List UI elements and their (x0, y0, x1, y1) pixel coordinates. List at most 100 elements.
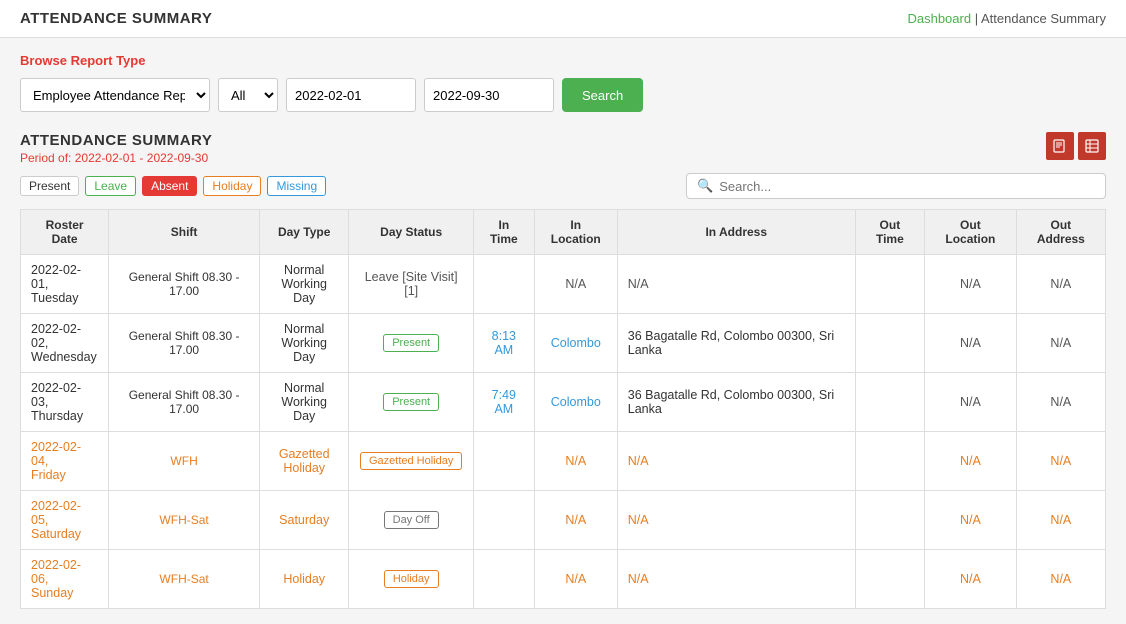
table-row: 2022-02-04, FridayWFHGazetted HolidayGaz… (21, 432, 1106, 491)
cell-shift: General Shift 08.30 - 17.00 (109, 373, 260, 432)
filter-row: Employee Attendance Report All Search (20, 78, 1106, 112)
cell-in-address: N/A (617, 550, 855, 609)
cell-out-address: N/A (1016, 432, 1105, 491)
cell-roster-date: 2022-02-04, Friday (21, 432, 109, 491)
search-box: 🔍 (686, 173, 1106, 199)
cell-day-status: Present (349, 314, 474, 373)
search-button[interactable]: Search (562, 78, 643, 112)
cell-roster-date: 2022-02-02, Wednesday (21, 314, 109, 373)
cell-day-status: Present (349, 373, 474, 432)
col-out-address: Out Address (1016, 210, 1105, 255)
cell-out-time (855, 373, 924, 432)
badge-missing[interactable]: Missing (267, 176, 326, 196)
cell-in-time (473, 550, 534, 609)
table-header-row: Roster Date Shift Day Type Day Status In… (21, 210, 1106, 255)
badge-holiday[interactable]: Holiday (203, 176, 261, 196)
cell-out-address: N/A (1016, 491, 1105, 550)
browse-label: Browse Report Type (20, 53, 1106, 68)
cell-in-time (473, 255, 534, 314)
controls-row: Present Leave Absent Holiday Missing 🔍 (20, 173, 1106, 199)
status-badge-present: Present (383, 334, 439, 352)
breadcrumb-dashboard[interactable]: Dashboard (907, 11, 971, 26)
cell-roster-date: 2022-02-06, Sunday (21, 550, 109, 609)
table-row: 2022-02-02, WednesdayGeneral Shift 08.30… (21, 314, 1106, 373)
cell-in-time (473, 491, 534, 550)
breadcrumb: Dashboard | Attendance Summary (907, 11, 1106, 26)
table-row: 2022-02-03, ThursdayGeneral Shift 08.30 … (21, 373, 1106, 432)
badge-absent[interactable]: Absent (142, 176, 197, 196)
pdf-icon (1053, 139, 1067, 153)
table-row: 2022-02-01, TuesdayGeneral Shift 08.30 -… (21, 255, 1106, 314)
cell-out-location: N/A (925, 491, 1017, 550)
cell-out-address: N/A (1016, 314, 1105, 373)
col-out-time: Out Time (855, 210, 924, 255)
cell-day-status: Leave [Site Visit] [1] (349, 255, 474, 314)
export-excel-button[interactable] (1078, 132, 1106, 160)
cell-day-type: Normal Working Day (259, 255, 348, 314)
cell-day-type: Saturday (259, 491, 348, 550)
cell-in-time (473, 432, 534, 491)
legend-badges: Present Leave Absent Holiday Missing (20, 176, 326, 196)
cell-shift: WFH (109, 432, 260, 491)
table-row: 2022-02-06, SundayWFH-SatHolidayHolidayN… (21, 550, 1106, 609)
cell-in-address: 36 Bagatalle Rd, Colombo 00300, Sri Lank… (617, 314, 855, 373)
cell-roster-date: 2022-02-05, Saturday (21, 491, 109, 550)
period-value: 2022-02-01 - 2022-09-30 (75, 151, 208, 165)
badge-leave[interactable]: Leave (85, 176, 136, 196)
search-icon: 🔍 (697, 178, 713, 194)
cell-out-address: N/A (1016, 550, 1105, 609)
page-title: ATTENDANCE SUMMARY (20, 10, 212, 27)
cell-out-location: N/A (925, 314, 1017, 373)
cell-day-type: Holiday (259, 550, 348, 609)
cell-out-location: N/A (925, 255, 1017, 314)
cell-shift: General Shift 08.30 - 17.00 (109, 255, 260, 314)
status-badge-leave: Leave [Site Visit] [1] (365, 270, 458, 298)
excel-icon (1085, 139, 1099, 153)
cell-roster-date: 2022-02-01, Tuesday (21, 255, 109, 314)
cell-out-time (855, 314, 924, 373)
col-roster-date: Roster Date (21, 210, 109, 255)
cell-out-address: N/A (1016, 255, 1105, 314)
cell-shift: General Shift 08.30 - 17.00 (109, 314, 260, 373)
search-input[interactable] (719, 179, 1095, 194)
cell-in-address: N/A (617, 432, 855, 491)
section-title: ATTENDANCE SUMMARY (20, 132, 212, 149)
status-badge-dayoff: Day Off (384, 511, 439, 529)
all-select[interactable]: All (218, 78, 278, 112)
breadcrumb-current: Attendance Summary (981, 11, 1106, 26)
cell-in-location: Colombo (534, 373, 617, 432)
table-row: 2022-02-05, SaturdayWFH-SatSaturdayDay O… (21, 491, 1106, 550)
top-bar: ATTENDANCE SUMMARY Dashboard | Attendanc… (0, 0, 1126, 38)
cell-in-location: Colombo (534, 314, 617, 373)
report-type-select[interactable]: Employee Attendance Report (20, 78, 210, 112)
cell-in-time: 8:13 AM (473, 314, 534, 373)
cell-in-time: 7:49 AM (473, 373, 534, 432)
col-in-address: In Address (617, 210, 855, 255)
cell-out-location: N/A (925, 550, 1017, 609)
cell-in-location: N/A (534, 550, 617, 609)
status-badge-holiday: Holiday (384, 570, 439, 588)
period-text: Period of: 2022-02-01 - 2022-09-30 (20, 151, 212, 165)
col-shift: Shift (109, 210, 260, 255)
status-badge-gazetted: Gazetted Holiday (360, 452, 462, 470)
cell-shift: WFH-Sat (109, 550, 260, 609)
section-header: ATTENDANCE SUMMARY Period of: 2022-02-01… (20, 132, 1106, 165)
cell-day-status: Day Off (349, 491, 474, 550)
cell-in-location: N/A (534, 491, 617, 550)
cell-roster-date: 2022-02-03, Thursday (21, 373, 109, 432)
col-day-status: Day Status (349, 210, 474, 255)
cell-out-address: N/A (1016, 373, 1105, 432)
cell-in-address: 36 Bagatalle Rd, Colombo 00300, Sri Lank… (617, 373, 855, 432)
period-label: Period of: (20, 151, 71, 165)
export-icons (1046, 132, 1106, 160)
col-in-time: In Time (473, 210, 534, 255)
cell-out-time (855, 255, 924, 314)
date-to-input[interactable] (424, 78, 554, 112)
cell-out-location: N/A (925, 432, 1017, 491)
export-pdf-button[interactable] (1046, 132, 1074, 160)
cell-out-location: N/A (925, 373, 1017, 432)
badge-present[interactable]: Present (20, 176, 79, 196)
date-from-input[interactable] (286, 78, 416, 112)
attendance-table: Roster Date Shift Day Type Day Status In… (20, 209, 1106, 609)
cell-out-time (855, 550, 924, 609)
